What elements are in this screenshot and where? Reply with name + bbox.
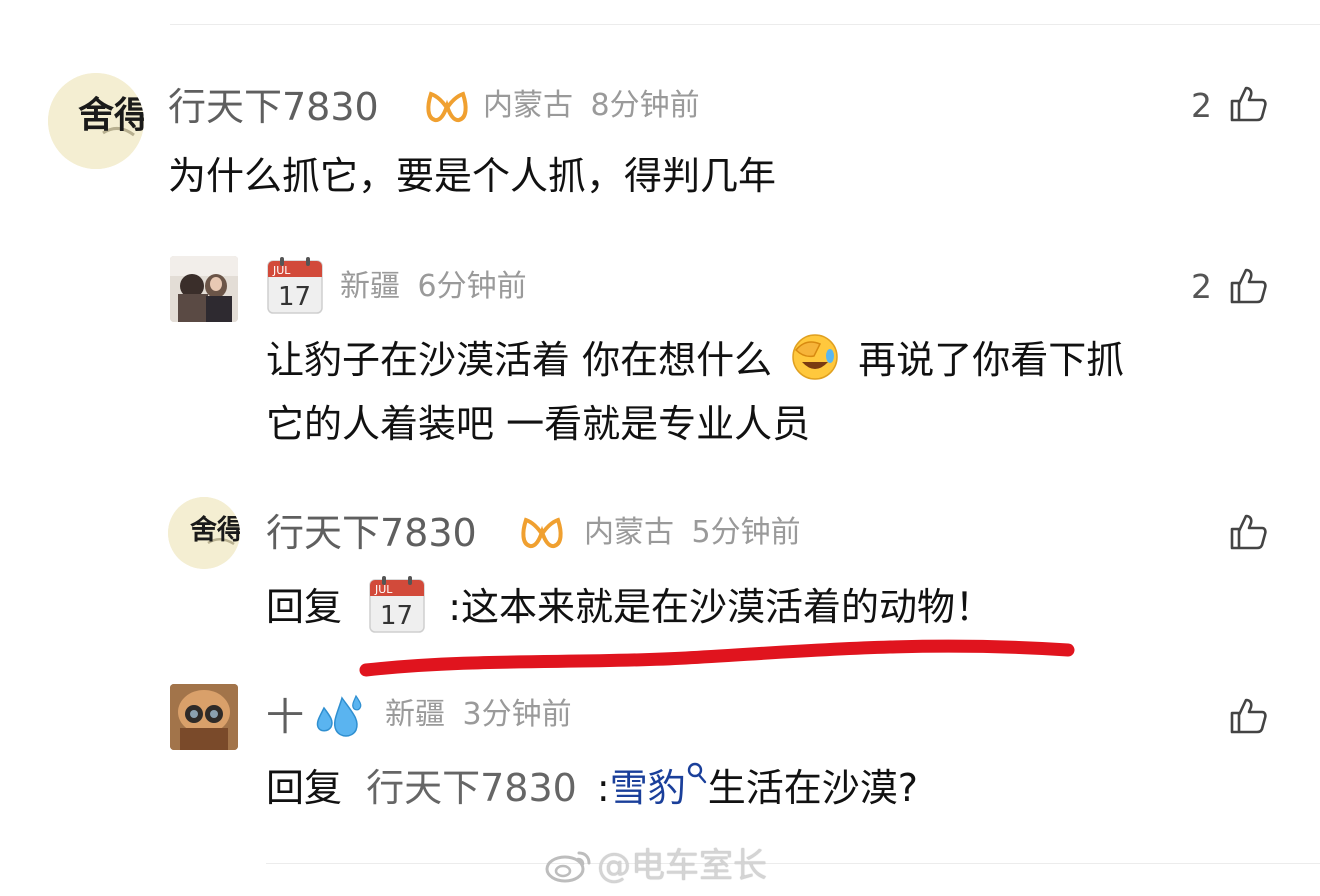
- thumbs-up-icon[interactable]: [1228, 266, 1268, 306]
- location: 内蒙古: [483, 88, 573, 123]
- avatar[interactable]: [170, 684, 238, 750]
- like-count: 2: [1191, 267, 1212, 306]
- text-segment: 再说了你看下抓: [858, 338, 1125, 382]
- thumbs-up-icon[interactable]: [1228, 512, 1268, 552]
- username[interactable]: 十: [266, 698, 304, 736]
- comment-meta: 内蒙古 8分钟前: [483, 91, 700, 121]
- svg-text:舍得: 舍得: [190, 514, 240, 546]
- avatar[interactable]: 舍得: [48, 73, 144, 169]
- text-segment: 让豹子在沙漠活着 你在想什么: [266, 338, 773, 382]
- location: 内蒙古: [584, 515, 674, 550]
- avatar[interactable]: 舍得: [168, 497, 240, 569]
- timestamp: 8分钟前: [590, 88, 700, 123]
- search-icon[interactable]: [686, 761, 708, 787]
- top-divider: [170, 24, 1320, 25]
- vip-badge-icon: [521, 517, 563, 549]
- comment-meta: 内蒙古 5分钟前: [584, 518, 801, 548]
- like-count: 2: [1191, 86, 1212, 125]
- reply-label: 回复: [266, 585, 343, 629]
- reply-colon: :: [596, 766, 610, 810]
- reply-label: 回复: [266, 766, 343, 810]
- svg-text:JUL: JUL: [272, 264, 291, 277]
- username[interactable]: 行天下7830: [266, 514, 477, 552]
- avatar[interactable]: [170, 256, 238, 322]
- facepalm-laughing-emoji-icon: [792, 334, 838, 380]
- timestamp: 3分钟前: [462, 697, 572, 732]
- sweat-droplets-emoji-icon: [316, 694, 362, 737]
- username-text: 十: [266, 695, 305, 739]
- reply-content: :这本来就是在沙漠活着的动物！: [448, 585, 994, 629]
- reply-text: 回复 JUL 17 :这本来就是在沙漠活着的动物！: [266, 575, 993, 639]
- thumbs-up-icon[interactable]: [1228, 84, 1268, 124]
- svg-text:17: 17: [278, 282, 311, 312]
- watermark: @电车室长: [545, 847, 767, 883]
- location: 新疆: [385, 697, 445, 732]
- svg-text:舍得: 舍得: [78, 94, 144, 136]
- username[interactable]: 行天下7830: [168, 88, 379, 126]
- vip-badge-icon: [426, 91, 468, 123]
- bottom-divider: [266, 863, 1320, 864]
- timestamp: 5分钟前: [691, 515, 801, 550]
- comment-text: 为什么抓它，要是个人抓，得判几年: [168, 154, 777, 198]
- calendar-icon: JUL 17: [369, 576, 425, 633]
- red-underline-annotation: [359, 639, 1075, 677]
- watermark-text: @电车室长: [597, 846, 767, 886]
- location: 新疆: [340, 269, 400, 304]
- reply-to-username[interactable]: 行天下7830: [366, 766, 577, 810]
- timestamp: 6分钟前: [417, 269, 527, 304]
- reply-text: 回复 行天下7830 :雪豹 生活在沙漠?: [266, 756, 918, 820]
- comment-meta: 新疆 6分钟前: [340, 272, 527, 302]
- weibo-logo-icon: [545, 851, 591, 883]
- comment-text-line-2: 它的人着装吧 一看就是专业人员: [266, 402, 811, 446]
- svg-text:17: 17: [380, 601, 413, 631]
- topic-link[interactable]: 雪豹: [610, 766, 686, 810]
- reply-tail: 生活在沙漠?: [707, 766, 918, 810]
- calendar-icon: JUL 17: [267, 257, 323, 314]
- comment-text-line-1: 让豹子在沙漠活着 你在想什么 再说了你看下抓: [266, 328, 1124, 392]
- comment-meta: 新疆 3分钟前: [385, 700, 572, 730]
- svg-text:JUL: JUL: [374, 583, 393, 596]
- thumbs-up-icon[interactable]: [1228, 696, 1268, 736]
